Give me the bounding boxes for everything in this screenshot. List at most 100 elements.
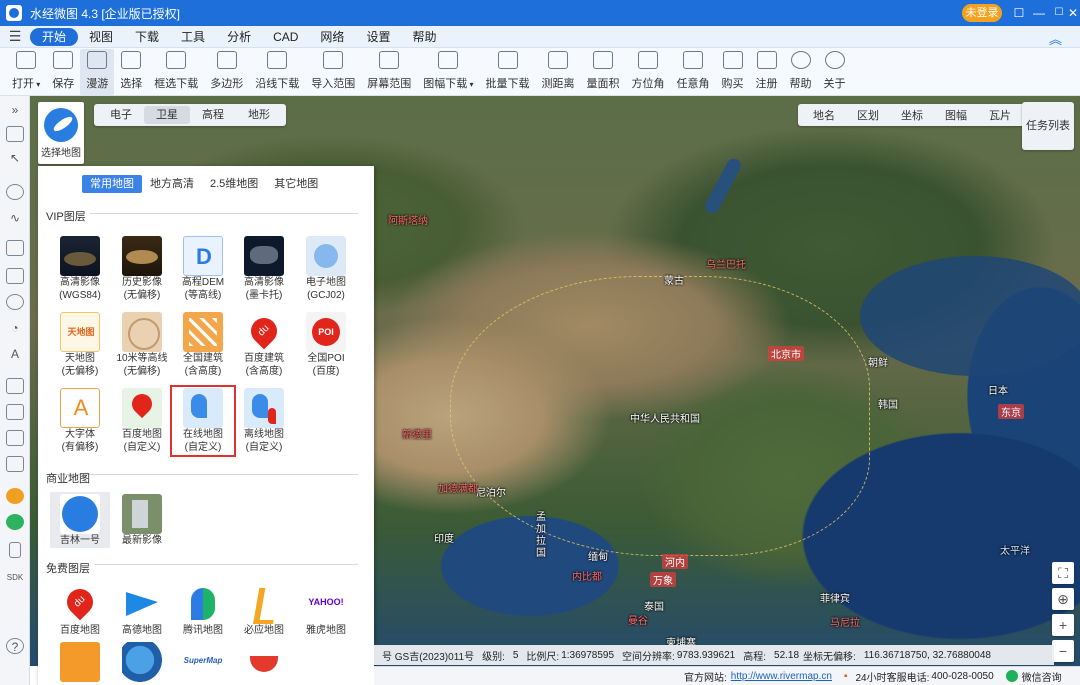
measure-area-button[interactable]: 量面积 [581,49,626,95]
layer-tile[interactable]: 高程DEM(等高线) [173,236,233,302]
layer-tile-selected[interactable]: 吉林一号 [50,492,110,548]
screen-range-button[interactable]: 屏幕范围 [361,49,417,95]
menu-download[interactable]: 下载 [124,28,170,46]
tab-2-5d[interactable]: 2.5维地图 [202,175,266,193]
help-circle-icon[interactable]: ? [6,638,24,654]
menu-network[interactable]: 网络 [309,28,355,46]
measure-distance-button[interactable]: 测距离 [536,49,581,95]
layer-tile[interactable] [50,642,110,682]
overlay-division[interactable]: 区划 [846,107,890,123]
plugin-orange-icon[interactable] [6,488,24,504]
layer-tile[interactable]: 百度建筑(含高度) [234,312,294,378]
login-button[interactable]: 未登录 [962,4,1002,22]
menu-settings[interactable]: 设置 [355,28,401,46]
overlay-placename[interactable]: 地名 [802,107,846,123]
menu-analysis[interactable]: 分析 [216,28,262,46]
close-button[interactable]: ✕ [1064,4,1080,22]
overlay-sheet[interactable]: 图幅 [934,107,978,123]
menu-tools[interactable]: 工具 [170,28,216,46]
menu-help[interactable]: 帮助 [401,28,447,46]
sector-tool-icon[interactable]: ◔ [6,320,24,336]
layer-tile[interactable]: 最新影像 [112,494,172,547]
layer-tile[interactable]: 百度地图 (自定义) [112,388,172,454]
hamburger-menu-icon[interactable]: ☰ [0,28,30,45]
layer-tile[interactable] [234,642,294,682]
sdk-icon[interactable]: SDK [6,570,24,586]
wechat-consult-link[interactable]: 微信咨询 [1022,669,1062,684]
select-button[interactable]: 选择 [114,49,148,95]
hand-tool-icon[interactable] [6,126,24,142]
layer-tile[interactable]: 高清影像 (WGS84) [50,236,110,302]
layer-tile[interactable]: 大字体(有偏移) [50,388,110,454]
help-button[interactable]: 帮助 [784,49,818,95]
tab-elevation[interactable]: 高程 [190,106,236,124]
notification-icon[interactable]: ▪ [844,671,848,682]
save-button[interactable]: 保存 [46,49,80,95]
about-button[interactable]: 关于 [818,49,852,95]
mark-tool-icon[interactable] [6,430,24,446]
register-button[interactable]: 注册 [750,49,784,95]
zoom-in-button[interactable]: + [1052,614,1074,636]
marker-tool-icon[interactable] [6,184,24,200]
layer-tile[interactable]: 高清影像 (墨卡托) [234,236,294,302]
layer-tile[interactable]: 高德地图 [112,584,172,637]
phone-icon[interactable] [9,542,21,558]
select-map-button[interactable]: 选择地图 [38,102,84,164]
pan-button[interactable]: 漫游 [80,49,115,95]
fullscreen-icon[interactable]: ⛶ [1052,562,1074,584]
sheet-download-button[interactable]: 图幅下载 [417,49,479,95]
layer-tile[interactable]: 百度地图 [50,584,110,637]
menu-cad[interactable]: CAD [262,28,309,46]
layer-tile[interactable]: 雅虎地图 [296,584,356,637]
batch-download-button[interactable]: 批量下载 [480,49,536,95]
tab-other-maps[interactable]: 其它地图 [266,175,326,193]
tab-local-hd[interactable]: 地方高清 [142,175,202,193]
polygon-tool-icon[interactable] [6,240,24,256]
layer-tile[interactable]: 腾讯地图 [173,584,233,637]
box-download-button[interactable]: 框选下载 [148,49,204,95]
pointer-tool-icon[interactable]: ↖ [6,150,24,166]
layer-tile[interactable]: 10米等高线 (无偏移) [112,312,172,378]
site-link[interactable]: http://www.rivermap.cn [731,671,832,682]
layer-tile[interactable]: 天地图(无偏移) [50,312,110,378]
buy-button[interactable]: 购买 [716,49,750,95]
overlay-coordinate[interactable]: 坐标 [890,107,934,123]
circle-tool-icon[interactable] [6,294,24,310]
any-angle-button[interactable]: 任意角 [671,49,716,95]
line-download-button[interactable]: 沿线下载 [249,49,305,95]
menu-view[interactable]: 视图 [78,28,124,46]
tab-terrain[interactable]: 地形 [236,106,282,124]
polyline-tool-icon[interactable]: ∿ [6,210,24,226]
layer-tile[interactable]: 全国POI(百度) [296,312,356,378]
import-range-button[interactable]: 导入范围 [305,49,361,95]
minimize-button[interactable]: — [1030,4,1048,22]
locate-icon[interactable]: ⊕ [1052,588,1074,610]
tab-common-maps[interactable]: 常用地图 [82,175,142,193]
zoom-out-button[interactable]: − [1052,640,1074,662]
polygon-button[interactable]: 多边形 [204,49,249,95]
rectangle-tool-icon[interactable] [6,268,24,284]
layer-tile[interactable]: 离线地图 (自定义) [234,388,294,454]
azimuth-button[interactable]: 方位角 [626,49,671,95]
menu-start[interactable]: 开始 [30,27,79,46]
layer-tile[interactable]: 历史影像 (无偏移) [112,236,172,302]
layer-tile[interactable]: 全国建筑 (含高度) [173,312,233,378]
open-button[interactable]: 打开 [6,49,46,95]
expand-sidebar-icon[interactable]: » [6,102,24,118]
overlay-tile[interactable]: 瓦片 [978,107,1022,123]
plugin-green-icon[interactable] [6,514,24,530]
restore-icon[interactable]: ☐ [1010,4,1028,22]
layer-tile[interactable]: 必应地图 [234,584,294,637]
layer-tool-icon[interactable] [6,378,24,394]
task-list-button[interactable]: 任务列表 [1022,102,1074,150]
tab-electronic[interactable]: 电子 [98,106,144,124]
layer-tile-selected[interactable]: 在线地图 (自定义) [170,385,236,457]
tab-satellite[interactable]: 卫星 [144,106,190,124]
text-tool-icon[interactable]: A [6,346,24,362]
layer-tile[interactable]: 电子地图 (GCJ02) [296,236,356,302]
layer-tile[interactable] [173,642,233,682]
export-tool-icon[interactable] [6,456,24,472]
collapse-ribbon-icon[interactable]: ︽ [1049,29,1062,48]
print-tool-icon[interactable] [6,404,24,420]
layer-tile[interactable] [112,642,172,682]
